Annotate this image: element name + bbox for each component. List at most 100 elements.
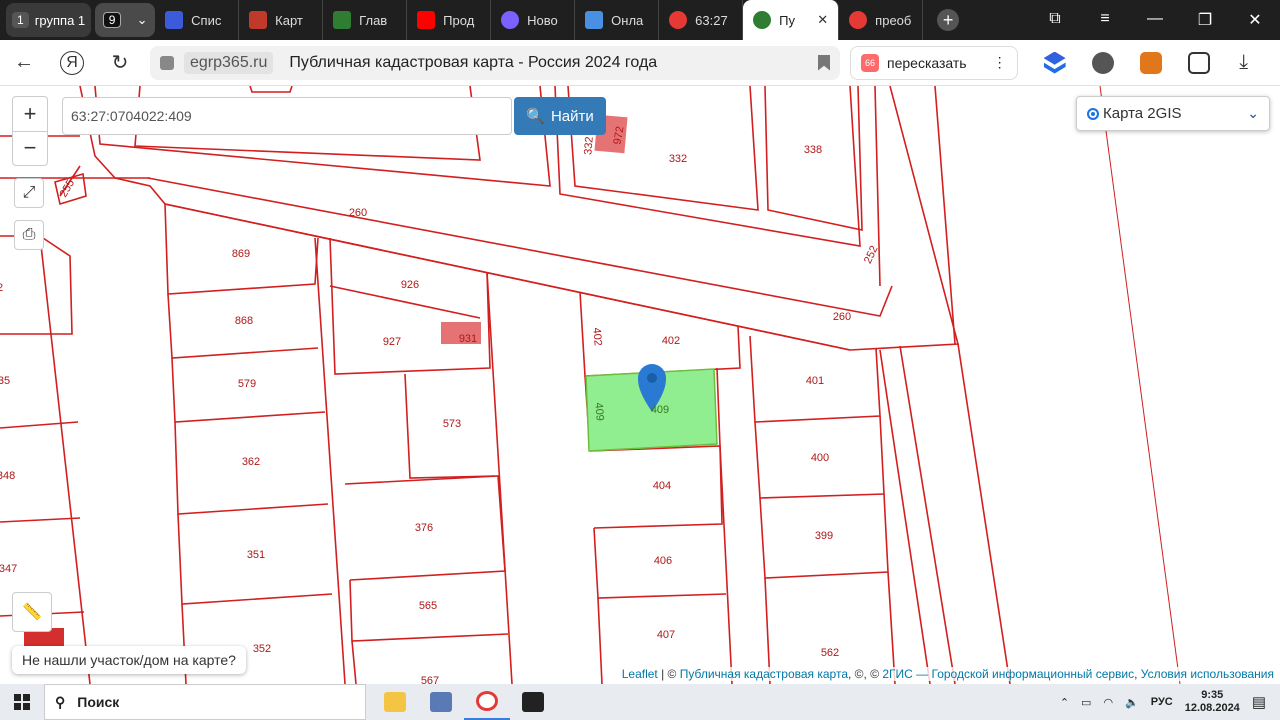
tab-label: преоб [875, 12, 912, 28]
tab-4[interactable]: Прод [407, 0, 492, 40]
metamask-icon[interactable] [1139, 51, 1162, 74]
yandex-icon[interactable]: Я [60, 50, 84, 75]
yandex-icon [476, 691, 498, 711]
maximize-icon[interactable]: ❐ [1180, 10, 1230, 30]
terms-link[interactable]: Условия использования [1141, 667, 1274, 681]
explorer-app[interactable] [372, 684, 418, 720]
tab-5[interactable]: Ново [491, 0, 576, 40]
close-icon[interactable]: ✕ [1230, 10, 1280, 30]
window-controls: ⧉ ≡ — ❐ ✕ [1030, 10, 1280, 30]
tab-9[interactable]: преоб [839, 0, 924, 40]
time: 9:35 [1201, 689, 1224, 701]
minimize-icon[interactable]: — [1130, 10, 1180, 30]
parcel-number-label: 347 [0, 563, 17, 575]
network-app[interactable] [418, 684, 464, 720]
leaflet-link[interactable]: Leaflet [622, 667, 658, 681]
taskbar-search[interactable]: ⚲ Поиск [44, 684, 366, 720]
back-icon[interactable]: ← [0, 51, 48, 74]
map-canvas[interactable]: 255260869926332332 338972252868927 931 402 4… [0, 86, 1280, 684]
parcel-number-label: 376 [415, 522, 433, 534]
parcel-number-label: 260 [349, 207, 367, 219]
search-icon: ⚲ [55, 693, 66, 710]
parcel-number-label: 579 [238, 378, 256, 390]
printer-icon: ⎙ [22, 226, 36, 243]
fullscreen-button[interactable]: ⤢ [14, 178, 44, 208]
tab-1[interactable]: Спис [155, 0, 240, 40]
extensions-icon[interactable] [1187, 51, 1210, 74]
zoom-control: + − [12, 96, 48, 166]
system-tray: ⌃ ▭ ◠ 🔈 РУС 9:35 12.08.2024 ▤ [1060, 689, 1280, 715]
emblem-icon [249, 11, 268, 29]
yandex-icon [669, 11, 688, 29]
wifi-icon[interactable]: ◠ [1103, 696, 1113, 709]
address-bar[interactable]: egrp365.ru Публичная кадастровая карта -… [150, 45, 840, 80]
volume-icon[interactable]: 🔈 [1125, 696, 1139, 709]
parcel-number-label: 400 [811, 452, 829, 464]
zoom-out-button[interactable]: − [13, 130, 47, 165]
tab-6[interactable]: Онла [575, 0, 660, 40]
layers-extension-icon[interactable] [1043, 51, 1066, 74]
calculator-app[interactable] [510, 684, 556, 720]
menu-icon[interactable]: ≡ [1080, 10, 1130, 30]
tab-2[interactable]: Карт [239, 0, 324, 40]
tab-count-button[interactable]: 9 ⌄ [95, 3, 156, 37]
tab-label: 63:27 [695, 12, 728, 28]
print-button[interactable]: ⎙ [14, 220, 44, 250]
chevron-down-icon: ⌄ [1247, 105, 1259, 121]
start-button[interactable] [0, 694, 44, 710]
parcel-number-label: 260 [833, 311, 851, 323]
parcel-number-label: 338 [804, 144, 822, 156]
2gis-link[interactable]: 2ГИС — Городской информационный сервис [882, 667, 1134, 681]
parcel-number-label: 332 [669, 153, 687, 165]
tab-group-label: группа 1 [34, 12, 86, 28]
language-indicator[interactable]: РУС [1151, 696, 1173, 708]
cadastral-map[interactable]: 255 260 869 926 332 332 338 972 252 868 927 931 402 4… [0, 86, 1280, 684]
map-layer-label: Карта 2GIS [1103, 105, 1182, 122]
tab-active[interactable]: Пу ✕ [743, 0, 840, 40]
parcel-number-label: 926 [401, 279, 419, 291]
more-icon[interactable]: ⋮ [993, 54, 1007, 71]
retell-icon: 66 [861, 53, 879, 72]
parcel-number-label: 352 [253, 643, 271, 655]
page-title: Публичная кадастровая карта - Россия 202… [289, 53, 658, 71]
zoom-in-button[interactable]: + [13, 97, 47, 131]
cadastral-search-input[interactable] [62, 97, 512, 135]
tab-label: Ново [527, 12, 558, 28]
tab-group[interactable]: 1 группа 1 [6, 3, 92, 37]
clock[interactable]: 9:35 12.08.2024 [1185, 689, 1240, 715]
tab-label: Пу [779, 12, 796, 28]
reload-icon[interactable]: ↻ [96, 50, 144, 75]
yandex-browser-app[interactable] [464, 684, 510, 720]
pkk-link[interactable]: Публичная кадастровая карта [680, 667, 848, 681]
search-button[interactable]: 🔍 Найти [514, 97, 606, 135]
tab-label: Глав [359, 12, 388, 28]
bookmark-icon[interactable] [818, 54, 830, 71]
tab-count: 9 [102, 12, 122, 28]
map-layer-select[interactable]: Карта 2GIS ⌄ [1076, 96, 1270, 131]
download-icon[interactable]: ⤓ [1220, 51, 1268, 74]
parcel-number-label: 927 [383, 336, 401, 348]
parcel-number-label: 332 [582, 136, 596, 155]
emblem-icon [333, 11, 352, 29]
youtube-icon [417, 11, 436, 29]
parcel-number-label: 868 [235, 315, 253, 327]
tab-7[interactable]: 63:27 [659, 0, 744, 40]
close-tab-icon[interactable]: ✕ [817, 12, 828, 28]
check-icon [753, 11, 772, 29]
ruler-button[interactable]: 📏 [12, 592, 52, 632]
radio-icon [1087, 107, 1099, 120]
notifications-icon[interactable]: ▤ [1252, 693, 1266, 711]
not-found-link[interactable]: Не нашли участок/дом на карте? [12, 646, 246, 674]
retell-button[interactable]: 66 пересказать ⋮ [850, 45, 1018, 80]
chevron-up-icon[interactable]: ⌃ [1060, 696, 1069, 709]
parcel-number-label: 931 [459, 333, 477, 345]
tab-label: Прод [443, 12, 475, 28]
parcel-number-label: 402 [662, 335, 680, 347]
battery-icon[interactable]: ▭ [1081, 696, 1091, 709]
extension-icon[interactable] [1091, 51, 1114, 74]
address-row: ← Я ↻ egrp365.ru Публичная кадастровая к… [0, 40, 1280, 86]
tab-3[interactable]: Глав [323, 0, 408, 40]
date: 12.08.2024 [1184, 702, 1240, 714]
tabs-overview-icon[interactable]: ⧉ [1030, 10, 1080, 30]
new-tab-button[interactable]: + [937, 9, 960, 31]
